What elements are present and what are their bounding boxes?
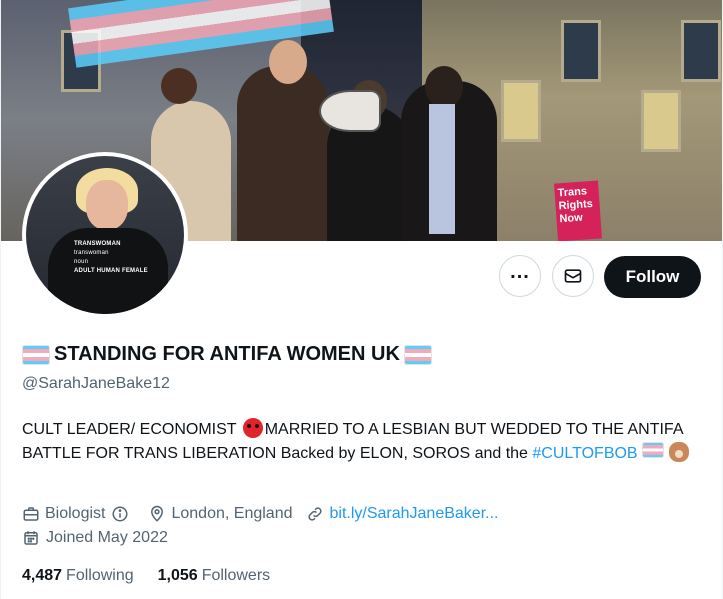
more-button[interactable]: ... [499, 255, 541, 297]
avatar-caption-line: transwoman [74, 250, 109, 256]
following-link[interactable]: 4,487 Following [22, 567, 134, 585]
transgender-flag-icon [403, 344, 432, 365]
transgender-flag-icon [642, 442, 665, 458]
avatar-face [86, 180, 128, 230]
profile-page: Trans Rights Now TRANSWOMAN transwoman n… [0, 0, 723, 599]
profile-website: bit.ly/SarahJaneBaker... [306, 505, 498, 523]
avatar-caption-line: noun [74, 259, 89, 265]
message-button[interactable] [552, 255, 594, 297]
following-count: 4,487 [22, 567, 63, 584]
profile-meta: Biologist London, England bit.ly/SarahJa… [22, 505, 512, 523]
briefcase-icon [23, 507, 39, 521]
following-label: Following [66, 567, 134, 584]
followers-link[interactable]: 1,056 Followers [158, 567, 271, 585]
profile-joined: Joined May 2022 [22, 529, 168, 547]
info-icon[interactable] [111, 505, 129, 523]
transgender-flag-icon [22, 344, 50, 365]
joined-label: Joined May 2022 [46, 529, 168, 546]
link-icon [308, 507, 323, 521]
banner-scarf [429, 104, 455, 234]
banner-person-head [161, 68, 197, 104]
hashtag-link[interactable]: #CULTOFBOB [532, 445, 637, 462]
banner-window [641, 90, 681, 152]
profile-bio: CULT LEADER/ ECONOMIST MARRIED TO A LESB… [22, 418, 702, 466]
category-label: Biologist [45, 505, 106, 522]
website-link[interactable]: bit.ly/SarahJaneBaker... [329, 505, 498, 523]
bio-text: CULT LEADER/ ECONOMIST [22, 421, 241, 438]
banner-person [237, 66, 329, 241]
location-pin-icon [151, 505, 164, 522]
banner-window [501, 80, 541, 142]
profile-location: London, England [148, 505, 292, 523]
banner-window [561, 20, 601, 82]
dog-face-icon [668, 442, 689, 462]
display-name-row: STANDING FOR ANTIFA WOMEN UK [22, 343, 432, 366]
display-name: STANDING FOR ANTIFA WOMEN UK [54, 343, 400, 365]
envelope-icon [564, 269, 582, 283]
avatar-image: TRANSWOMAN transwoman noun ADULT HUMAN F… [26, 156, 184, 314]
megaphone-icon [319, 90, 381, 132]
followers-label: Followers [201, 567, 271, 584]
avatar[interactable]: TRANSWOMAN transwoman noun ADULT HUMAN F… [22, 152, 188, 318]
avatar-caption-line: ADULT HUMAN FEMALE [74, 268, 148, 274]
avatar-caption: TRANSWOMAN transwoman noun ADULT HUMAN F… [74, 240, 164, 276]
follow-button[interactable]: Follow [604, 256, 701, 298]
profile-stats: 4,487 Following 1,056 Followers [22, 567, 294, 585]
angry-face-icon [242, 418, 263, 438]
calendar-icon [24, 531, 38, 545]
followers-count: 1,056 [157, 567, 198, 584]
banner-person-head [425, 66, 463, 108]
banner-window [681, 20, 721, 82]
location-label: London, England [171, 505, 293, 522]
banner-person-head [269, 40, 307, 84]
avatar-caption-line: TRANSWOMAN [74, 241, 121, 247]
user-handle: @SarahJaneBake12 [22, 375, 170, 392]
profile-category: Biologist [22, 505, 134, 523]
more-horizontal-icon: ... [510, 261, 530, 283]
banner-protest-sign: Trans Rights Now [554, 180, 602, 241]
